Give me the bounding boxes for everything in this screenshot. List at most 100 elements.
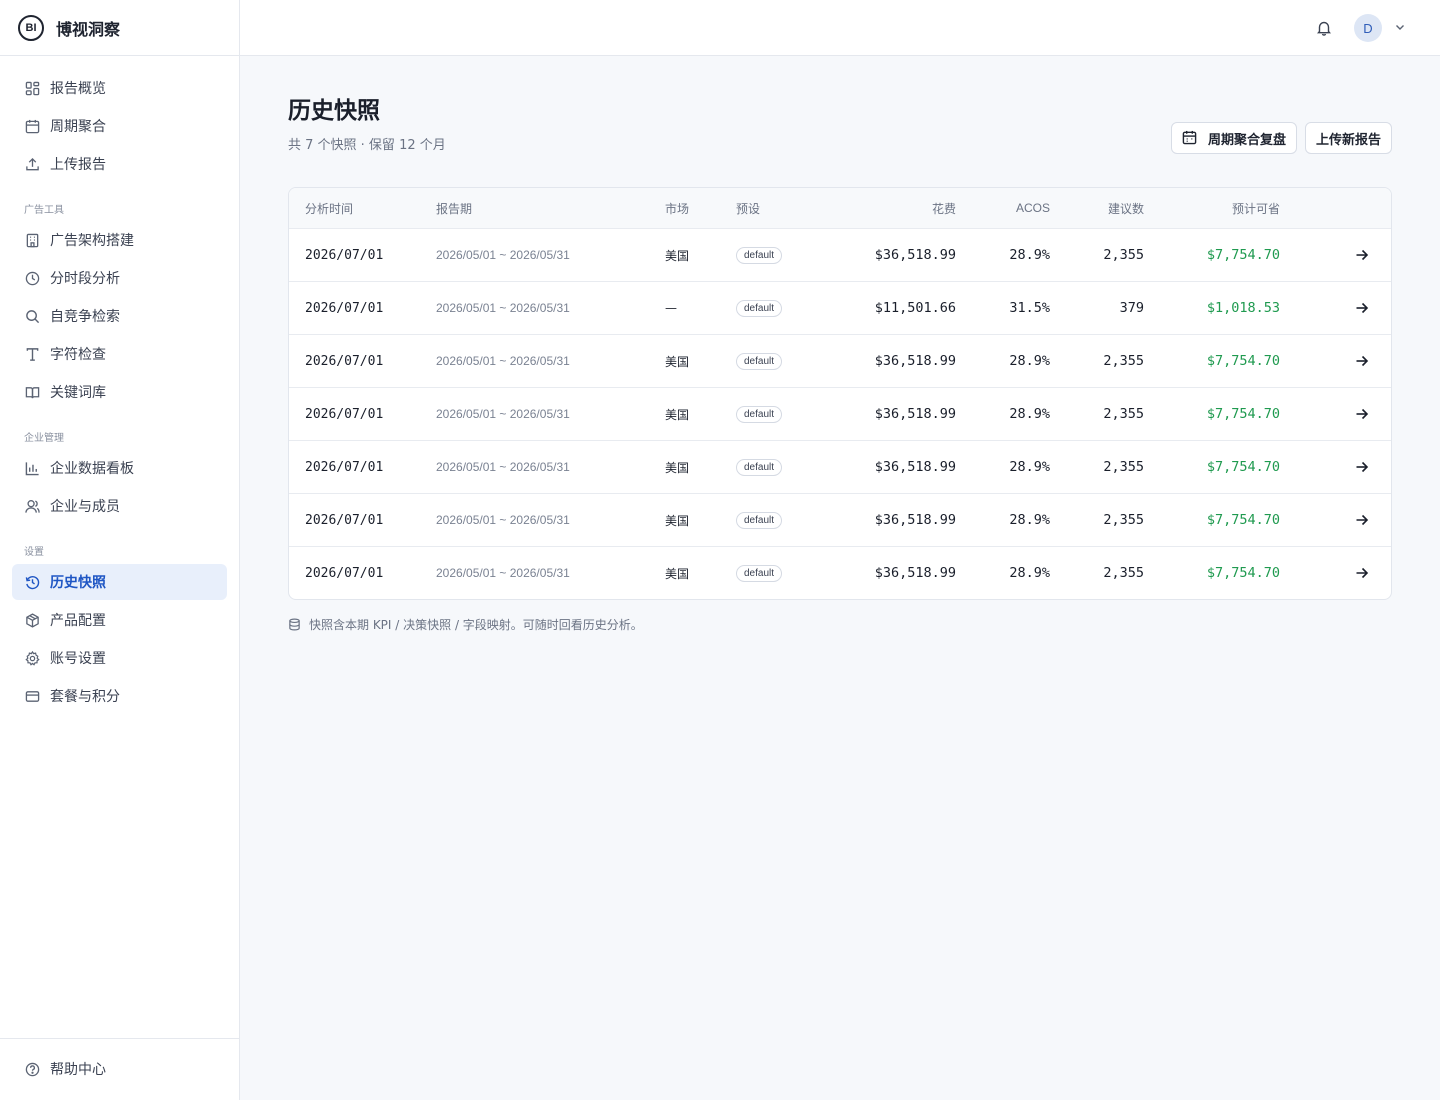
bell-icon[interactable] bbox=[1314, 18, 1334, 38]
sidebar-item-label: 自竞争检索 bbox=[50, 309, 120, 325]
cell-spend: $36,518.99 bbox=[874, 512, 956, 528]
cell-time: 2026/07/01 bbox=[305, 406, 384, 422]
sidebar-item-enterprise-dashboard[interactable]: 企业数据看板 bbox=[12, 450, 227, 486]
avatar[interactable]: D bbox=[1354, 14, 1382, 42]
snapshot-note: 快照含本期 KPI / 决策快照 / 字段映射。可随时回看历史分析。 bbox=[288, 616, 1392, 633]
cell-period: 2026/05/01 ~ 2026/05/31 bbox=[436, 301, 570, 315]
sidebar-item-account-settings[interactable]: 账号设置 bbox=[12, 640, 227, 676]
sidebar-footer: 帮助中心 bbox=[0, 1038, 239, 1100]
help-circle-icon bbox=[24, 1061, 40, 1077]
cell-savings: $7,754.70 bbox=[1206, 406, 1280, 422]
brand[interactable]: BI 博视洞察 bbox=[0, 0, 239, 56]
cell-acos: 28.9% bbox=[1009, 565, 1050, 581]
table-row[interactable]: 2026/07/01 2026/05/01 ~ 2026/05/31 — def… bbox=[289, 281, 1391, 334]
cell-market: — bbox=[665, 301, 677, 315]
cell-preset: default bbox=[736, 564, 822, 582]
cell-acos: 28.9% bbox=[1009, 406, 1050, 422]
sidebar: BI 博视洞察 报告概览 周期聚合 上传报告 广告工具 广告架构搭建 分时段分析… bbox=[0, 0, 240, 1100]
page-actions: 周期聚合复盘 上传新报告 bbox=[1170, 122, 1392, 154]
upload-new-report-button[interactable]: 上传新报告 bbox=[1304, 122, 1392, 154]
col-header-acos: ACOS bbox=[1015, 201, 1050, 215]
cell-market: 美国 bbox=[665, 354, 690, 369]
cell-savings: $7,754.70 bbox=[1206, 565, 1280, 581]
arrow-right-icon[interactable] bbox=[1280, 301, 1391, 315]
cell-time: 2026/07/01 bbox=[305, 459, 384, 475]
cell-savings: $7,754.70 bbox=[1206, 512, 1280, 528]
sidebar-item-keyword-library[interactable]: 关键词库 bbox=[12, 374, 227, 410]
main-content: 历史快照 共 7 个快照 · 保留 12 个月 周期聚合复盘 上传新报告 分析时… bbox=[288, 96, 1392, 633]
section-title-enterprise: 企业管理 bbox=[24, 433, 64, 444]
sidebar-item-history-snapshots[interactable]: 历史快照 bbox=[12, 564, 227, 600]
arrow-right-icon[interactable] bbox=[1280, 513, 1391, 527]
table-row[interactable]: 2026/07/01 2026/05/01 ~ 2026/05/31 美国 de… bbox=[289, 387, 1391, 440]
cell-savings: $7,754.70 bbox=[1206, 247, 1280, 263]
dashboard-grid-icon bbox=[24, 80, 40, 96]
cell-preset: default bbox=[736, 458, 822, 476]
cell-market: 美国 bbox=[665, 248, 690, 263]
cell-spend: $36,518.99 bbox=[874, 565, 956, 581]
cell-acos: 28.9% bbox=[1009, 512, 1050, 528]
arrow-right-icon[interactable] bbox=[1280, 566, 1391, 580]
cell-period: 2026/05/01 ~ 2026/05/31 bbox=[436, 566, 570, 580]
cell-spend: $36,518.99 bbox=[874, 459, 956, 475]
arrow-right-icon[interactable] bbox=[1280, 460, 1391, 474]
col-header-market: 市场 bbox=[665, 201, 690, 216]
sidebar-item-help-center[interactable]: 帮助中心 bbox=[12, 1051, 227, 1087]
cell-market: 美国 bbox=[665, 513, 690, 528]
sidebar-item-period-aggregate[interactable]: 周期聚合 bbox=[12, 108, 227, 144]
sidebar-item-ad-structure[interactable]: 广告架构搭建 bbox=[12, 222, 227, 258]
brand-logo: BI bbox=[18, 14, 44, 41]
database-icon bbox=[288, 618, 302, 632]
sidebar-item-label: 企业数据看板 bbox=[50, 461, 134, 477]
table-row[interactable]: 2026/07/01 2026/05/01 ~ 2026/05/31 美国 de… bbox=[289, 440, 1391, 493]
sidebar-nav: 报告概览 周期聚合 上传报告 广告工具 广告架构搭建 分时段分析 自竞争检索 字… bbox=[0, 56, 239, 714]
preset-badge: default bbox=[736, 511, 783, 529]
cell-suggestions: 2,355 bbox=[1103, 459, 1144, 475]
cell-spend: $36,518.99 bbox=[874, 247, 956, 263]
history-icon bbox=[24, 574, 40, 590]
sidebar-item-plans-credits[interactable]: 套餐与积分 bbox=[12, 678, 227, 714]
cell-preset: default bbox=[736, 299, 822, 317]
cell-spend: $36,518.99 bbox=[874, 353, 956, 369]
sidebar-item-label: 帮助中心 bbox=[50, 1062, 106, 1078]
arrow-right-icon[interactable] bbox=[1280, 407, 1391, 421]
cell-savings: $1,018.53 bbox=[1206, 300, 1280, 316]
table-row[interactable]: 2026/07/01 2026/05/01 ~ 2026/05/31 美国 de… bbox=[289, 546, 1391, 599]
sidebar-item-label: 产品配置 bbox=[50, 613, 106, 629]
chevron-down-icon[interactable] bbox=[1394, 20, 1406, 34]
search-icon bbox=[24, 308, 40, 324]
cell-period: 2026/05/01 ~ 2026/05/31 bbox=[436, 513, 570, 527]
sidebar-item-label: 套餐与积分 bbox=[50, 689, 120, 705]
sidebar-item-dayparting[interactable]: 分时段分析 bbox=[12, 260, 227, 296]
sidebar-item-label: 账号设置 bbox=[50, 651, 106, 667]
calendar-icon bbox=[24, 118, 40, 134]
snapshot-table: 分析时间 报告期 市场 预设 花费 ACOS 建议数 预计可省 2026/07/… bbox=[288, 187, 1392, 600]
cell-acos: 28.9% bbox=[1009, 247, 1050, 263]
arrow-right-icon[interactable] bbox=[1280, 248, 1391, 262]
cell-period: 2026/05/01 ~ 2026/05/31 bbox=[436, 407, 570, 421]
sidebar-item-enterprise-members[interactable]: 企业与成员 bbox=[12, 488, 227, 524]
sidebar-item-upload-report[interactable]: 上传报告 bbox=[12, 146, 227, 182]
gear-icon bbox=[24, 650, 40, 666]
cell-suggestions: 2,355 bbox=[1103, 512, 1144, 528]
preset-badge: default bbox=[736, 405, 783, 423]
brand-logo-text: BI bbox=[25, 21, 37, 34]
cell-period: 2026/05/01 ~ 2026/05/31 bbox=[436, 248, 570, 262]
table-row[interactable]: 2026/07/01 2026/05/01 ~ 2026/05/31 美国 de… bbox=[289, 228, 1391, 281]
table-row[interactable]: 2026/07/01 2026/05/01 ~ 2026/05/31 美国 de… bbox=[289, 493, 1391, 546]
sidebar-item-report-overview[interactable]: 报告概览 bbox=[12, 70, 227, 106]
table-header: 分析时间 报告期 市场 预设 花费 ACOS 建议数 预计可省 bbox=[289, 188, 1391, 228]
sidebar-item-char-check[interactable]: 字符检查 bbox=[12, 336, 227, 372]
period-review-button[interactable]: 周期聚合复盘 bbox=[1170, 122, 1297, 154]
arrow-right-icon[interactable] bbox=[1280, 354, 1391, 368]
cell-market: 美国 bbox=[665, 407, 690, 422]
col-header-period: 报告期 bbox=[436, 201, 473, 216]
sidebar-item-self-competition[interactable]: 自竞争检索 bbox=[12, 298, 227, 334]
table-row[interactable]: 2026/07/01 2026/05/01 ~ 2026/05/31 美国 de… bbox=[289, 334, 1391, 387]
brand-name: 博视洞察 bbox=[56, 19, 121, 39]
section-title-settings: 设置 bbox=[24, 547, 44, 558]
cell-suggestions: 2,355 bbox=[1103, 406, 1144, 422]
cell-suggestions: 2,355 bbox=[1103, 353, 1144, 369]
cell-suggestions: 2,355 bbox=[1103, 565, 1144, 581]
sidebar-item-product-config[interactable]: 产品配置 bbox=[12, 602, 227, 638]
